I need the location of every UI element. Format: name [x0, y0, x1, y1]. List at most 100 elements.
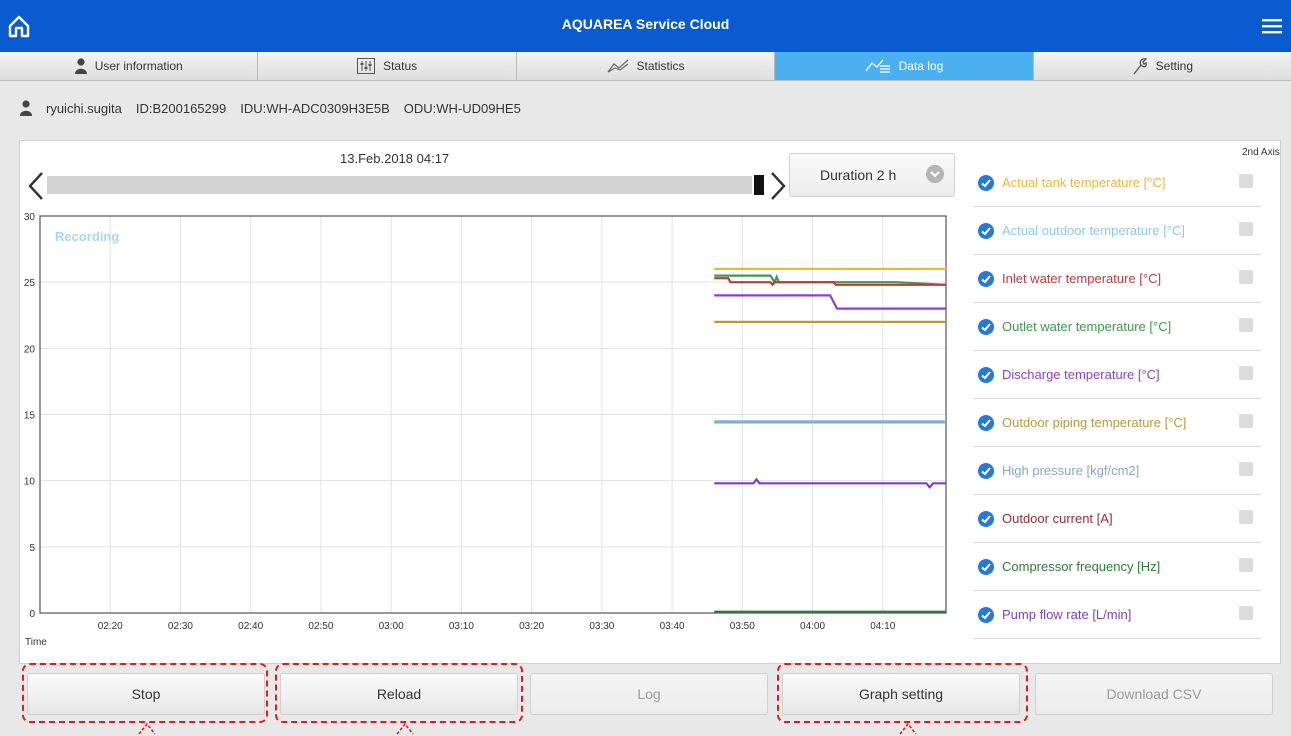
legend-item[interactable]: Outdoor current [A]	[973, 495, 1261, 543]
x-axis-label: Time	[25, 637, 47, 648]
check-circle-icon[interactable]	[978, 270, 994, 287]
legend-label: Outdoor current [A]	[1002, 511, 1113, 526]
legend-label: Compressor frequency [Hz]	[1002, 559, 1161, 574]
x-tick-label: 02:40	[238, 621, 263, 632]
user-info-line: ryuichi.sugita ID:B200165299 IDU:WH-ADC0…	[20, 100, 521, 116]
series-line	[714, 294, 946, 310]
time-slider-track[interactable]	[47, 176, 765, 194]
second-axis-checkbox[interactable]	[1239, 558, 1253, 572]
check-circle-icon[interactable]	[978, 558, 994, 575]
tab-label: Data log	[898, 59, 944, 73]
legend-label: Actual outdoor temperature [°C]	[1002, 223, 1185, 238]
check-circle-icon[interactable]	[978, 606, 994, 623]
legend-item[interactable]: Outdoor piping temperature [°C]	[973, 399, 1261, 447]
graph-setting-button[interactable]: Graph setting	[782, 673, 1020, 715]
chevron-left-icon[interactable]	[27, 171, 45, 201]
legend-item[interactable]: Actual outdoor temperature [°C]	[973, 207, 1261, 255]
legend-label: Outlet water temperature [°C]	[1002, 319, 1172, 334]
legend-label: Pump flow rate [L/min]	[1002, 607, 1132, 622]
log-button[interactable]: Log	[530, 673, 768, 715]
tab-label: Statistics	[636, 59, 685, 73]
tab-data-log[interactable]: Data log	[775, 52, 1034, 80]
legend-item[interactable]: Discharge temperature [°C]	[973, 351, 1261, 399]
app-title: AQUAREA Service Cloud	[561, 16, 730, 32]
annotation-arrow-icon	[899, 722, 917, 735]
second-axis-checkbox[interactable]	[1239, 174, 1253, 188]
legend-item[interactable]: Actual tank temperature [°C]	[973, 159, 1261, 207]
check-circle-icon[interactable]	[978, 510, 994, 527]
x-tick-label: 03:10	[449, 621, 474, 632]
x-tick-label: 02:50	[308, 621, 333, 632]
chevron-right-icon[interactable]	[769, 171, 787, 201]
legend-item[interactable]: High pressure [kgf/cm2]	[973, 447, 1261, 495]
second-axis-checkbox[interactable]	[1239, 510, 1253, 524]
statistics-icon	[607, 59, 628, 73]
wrench-icon	[1133, 58, 1147, 75]
status-icon	[357, 58, 376, 74]
x-tick-label: 03:40	[660, 621, 685, 632]
y-tick-label: 30	[24, 212, 36, 223]
legend-label: Outdoor piping temperature [°C]	[1002, 415, 1187, 430]
second-axis-checkbox[interactable]	[1239, 318, 1253, 332]
duration-select[interactable]: Duration 2 h	[789, 153, 955, 197]
second-axis-checkbox[interactable]	[1239, 462, 1253, 476]
top-bar: AQUAREA Service Cloud	[0, 0, 1291, 52]
chevron-down-icon	[926, 165, 944, 183]
y-tick-label: 20	[24, 344, 36, 355]
annotation-arrow-icon	[138, 722, 156, 735]
tab-label: Status	[383, 59, 418, 73]
tab-statistics[interactable]: Statistics	[516, 52, 776, 80]
tab-status[interactable]: Status	[258, 52, 517, 80]
second-axis-checkbox[interactable]	[1239, 222, 1253, 236]
indoor-unit-model: IDU:WH-ADC0309H3E5B	[240, 100, 390, 116]
series-line	[714, 277, 946, 287]
x-tick-label: 03:50	[730, 621, 755, 632]
tab-setting[interactable]: Setting	[1033, 52, 1291, 80]
legend-label: High pressure [kgf/cm2]	[1002, 463, 1140, 478]
second-axis-checkbox[interactable]	[1239, 606, 1253, 620]
tab-user-information[interactable]: User information	[0, 52, 259, 80]
annotation-arrow-icon	[396, 722, 414, 735]
legend-label: Discharge temperature [°C]	[1002, 367, 1160, 382]
reload-button[interactable]: Reload	[280, 673, 518, 715]
check-circle-icon[interactable]	[978, 174, 994, 191]
outdoor-unit-model: ODU:WH-UD09HE5	[403, 100, 521, 116]
series-line	[714, 273, 947, 286]
check-circle-icon[interactable]	[978, 222, 994, 239]
y-tick-label: 0	[29, 609, 35, 620]
legend-item[interactable]: Outlet water temperature [°C]	[973, 303, 1261, 351]
download-csv-button[interactable]: Download CSV	[1035, 673, 1273, 715]
second-axis-checkbox[interactable]	[1239, 270, 1253, 284]
legend-label: Inlet water temperature [°C]	[1002, 271, 1162, 286]
legend-item[interactable]: Compressor frequency [Hz]	[973, 543, 1261, 591]
current-datetime: 13.Feb.2018 04:17	[340, 151, 450, 166]
y-tick-label: 15	[24, 411, 36, 422]
x-tick-label: 03:20	[519, 621, 544, 632]
legend-item[interactable]: Pump flow rate [L/min]	[973, 591, 1261, 639]
tab-label: User information	[94, 59, 183, 73]
hamburger-menu-icon[interactable]	[1261, 17, 1283, 35]
second-axis-header: 2nd Axis	[1242, 147, 1280, 158]
y-tick-label: 25	[24, 278, 36, 289]
user-name: ryuichi.sugita	[46, 100, 122, 116]
second-axis-checkbox[interactable]	[1239, 414, 1253, 428]
y-tick-label: 10	[24, 477, 36, 488]
recording-label: Recording	[55, 229, 119, 244]
legend-item[interactable]: Inlet water temperature [°C]	[973, 255, 1261, 303]
x-tick-label: 03:30	[589, 621, 614, 632]
time-slider-thumb[interactable]	[752, 173, 766, 197]
legend: Actual tank temperature [°C] Actual outdo…	[973, 159, 1261, 639]
x-tick-label: 04:00	[800, 621, 825, 632]
person-icon	[74, 58, 87, 74]
stop-button[interactable]: Stop	[27, 673, 265, 715]
check-circle-icon[interactable]	[978, 366, 994, 383]
check-circle-icon[interactable]	[978, 462, 994, 479]
legend-label: Actual tank temperature [°C]	[1002, 175, 1166, 190]
tab-bar: User information Status Statistics Data …	[0, 52, 1291, 81]
second-axis-checkbox[interactable]	[1239, 366, 1253, 380]
check-circle-icon[interactable]	[978, 318, 994, 335]
tab-label: Setting	[1155, 59, 1193, 73]
x-tick-label: 02:30	[168, 621, 193, 632]
check-circle-icon[interactable]	[978, 414, 994, 431]
data-log-chart: 0 5 10 15 20 25 30 02:20 02:30 02:40 02:50 03:00 03:…	[24, 212, 947, 648]
